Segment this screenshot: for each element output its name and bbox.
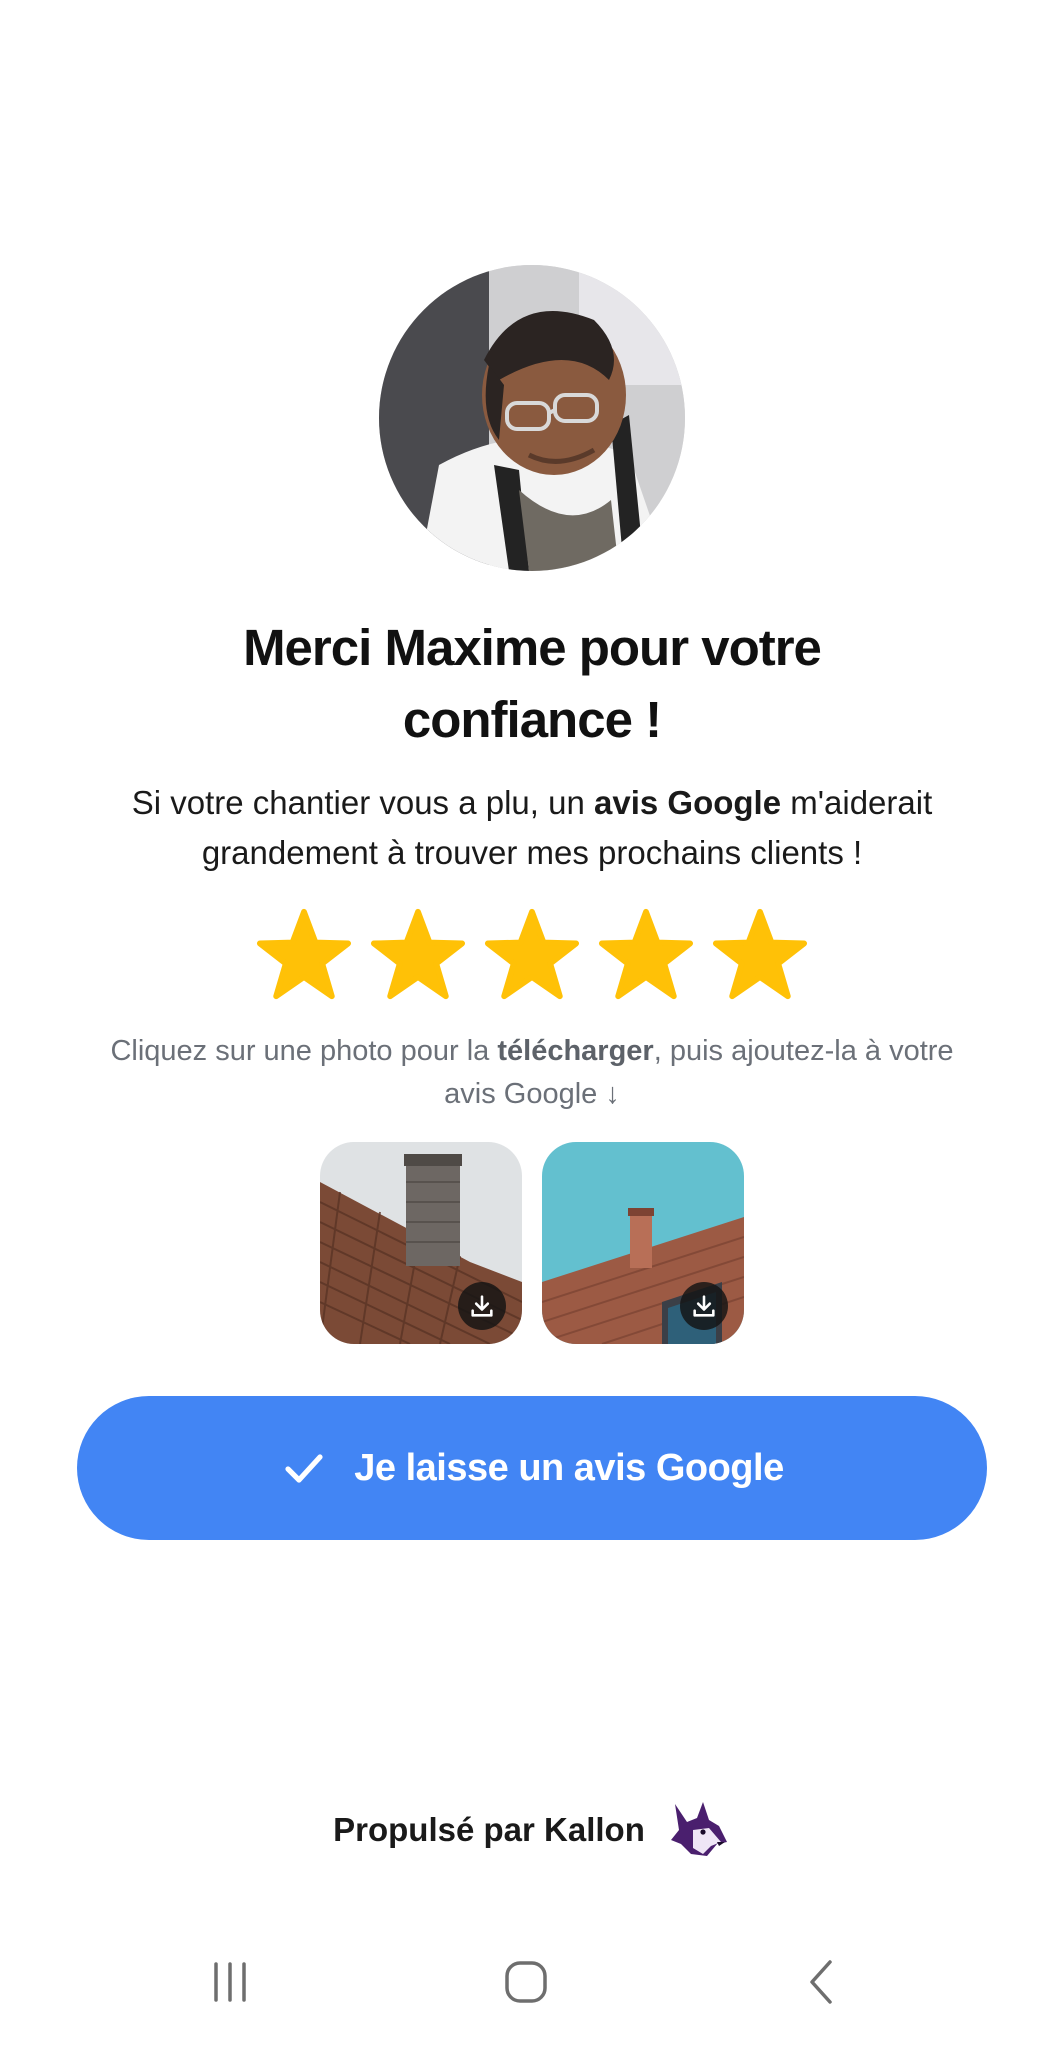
- download-icon: [471, 1295, 493, 1317]
- message-part-2: m'aiderait: [781, 784, 933, 821]
- message-bold: avis Google: [594, 784, 782, 821]
- download-button[interactable]: [680, 1282, 728, 1330]
- photo-thumbnail-2[interactable]: [542, 1142, 744, 1344]
- star-icon: [598, 908, 694, 1000]
- title-line-2: confiance !: [402, 691, 662, 748]
- system-navigation-bar: [0, 1940, 1064, 2024]
- leave-google-review-button[interactable]: Je laisse un avis Google: [77, 1396, 987, 1540]
- cta-label: Je laisse un avis Google: [354, 1446, 784, 1489]
- hint-bold: télécharger: [497, 1035, 654, 1067]
- star-icon: [256, 908, 352, 1000]
- back-icon: [810, 1960, 832, 2004]
- fox-logo-icon: [670, 1802, 727, 1856]
- photo-gallery: [320, 1142, 744, 1344]
- title-line-1: Merci Maxime pour votre: [243, 619, 822, 676]
- hint-part-2: , puis ajoutez-la à votre: [653, 1035, 954, 1067]
- home-icon: [505, 1961, 547, 2003]
- page-title: Merci Maxime pour votre confiance !: [82, 612, 982, 756]
- review-request-message: Si votre chantier vous a plu, un avis Go…: [82, 778, 982, 878]
- hint-line-2: avis Google ↓: [444, 1078, 620, 1110]
- download-instructions: Cliquez sur une photo pour la télécharge…: [72, 1030, 992, 1116]
- home-button[interactable]: [476, 1940, 576, 2024]
- review-page: Merci Maxime pour votre confiance ! Si v…: [0, 0, 1064, 2048]
- star-icon: [484, 908, 580, 1000]
- download-button[interactable]: [458, 1282, 506, 1330]
- hint-part-1: Cliquez sur une photo pour la: [110, 1035, 498, 1067]
- star-rating: [256, 906, 808, 1002]
- recents-icon: [214, 1962, 246, 2002]
- check-icon: [285, 1454, 323, 1483]
- star-icon: [370, 908, 466, 1000]
- message-part-1: Si votre chantier vous a plu, un: [131, 784, 594, 821]
- powered-by-text: Propulsé par Kallon: [333, 1811, 645, 1848]
- recents-button[interactable]: [180, 1940, 280, 2024]
- craftsman-photo: [379, 265, 685, 571]
- powered-by-footer: Propulsé par Kallon: [0, 1800, 1064, 1860]
- download-icon: [693, 1295, 715, 1317]
- profile-avatar: [379, 265, 685, 571]
- star-icon: [712, 908, 808, 1000]
- message-line-2: grandement à trouver mes prochains clien…: [201, 834, 863, 871]
- back-button[interactable]: [772, 1940, 872, 2024]
- photo-thumbnail-1[interactable]: [320, 1142, 522, 1344]
